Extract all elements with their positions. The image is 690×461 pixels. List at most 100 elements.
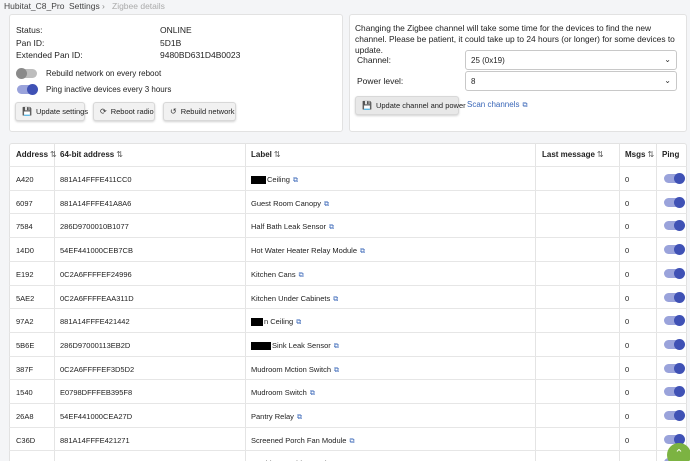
device-link[interactable]: Screened Porch Fan Module ⧉ [251,436,354,446]
extended-pan-id-value: 9480BD631D4B0023 [160,50,241,60]
cell-64bit-address: 286D97000113EB2D [60,340,131,350]
device-link[interactable]: Pantry Relay ⧉ [251,412,302,422]
cell-64bit-address: 881A14FFFE421442 [60,317,130,327]
external-link-icon: ⧉ [329,224,335,232]
cell-64bit-address: 0C2A6FFFFEF3D5D2 [60,364,135,374]
toggle-knob [674,291,685,303]
breadcrumb-settings[interactable]: Settings [69,1,100,11]
device-link[interactable]: Hot Water Heater Relay Module ⧉ [251,246,365,256]
update-settings-button[interactable]: 💾 Update settings [15,102,88,121]
device-label: Hot Water Heater Relay Module [251,246,358,256]
cell-64bit-address: 54EF441000CEB7CB [60,246,133,256]
device-label: Half Bath Leak Sensor [251,222,327,232]
external-link-icon: ⧉ [334,366,340,374]
device-label: Mudroom Mction Switch [251,364,332,374]
rebuild-on-reboot-label: Rebuild network on every reboot [46,69,162,78]
cell-64bit-address: 881A14FFFE411CC0 [60,175,132,184]
cell-address: 387F [16,364,34,374]
channel-select-value: 25 (0x19) [471,55,505,65]
toggle-knob [674,244,685,256]
cell-msgs: 0 [625,246,630,256]
device-link[interactable]: n Ceiling ⧉ [251,317,301,327]
header-msgs-label: Msgs [625,150,646,159]
update-channel-button[interactable]: 💾 Update channel and power [355,96,466,115]
header-address[interactable]: Address ⇅ [16,150,57,159]
redaction-mark [251,318,263,327]
toggle-knob [16,68,27,79]
cell-msgs: 0 [625,222,630,232]
device-label: Kitchen Under Cabinets [251,293,331,303]
status-label: Status: [16,25,43,35]
ping-toggle[interactable] [664,196,685,208]
header-last-message[interactable]: Last message ⇅ [542,150,604,159]
ping-toggle[interactable] [664,410,685,421]
device-link[interactable]: Sink Leak Sensor ⧉ [251,341,339,351]
cell-msgs: 0 [625,412,630,421]
ping-toggle[interactable] [664,244,685,256]
ping-toggle[interactable] [664,315,685,327]
power-level-select[interactable]: 8 ⌄ [465,71,677,91]
ping-toggle[interactable] [664,338,685,350]
rebuild-on-reboot-toggle[interactable] [16,68,37,79]
device-link[interactable]: Kitchen Cans ⧉ [251,270,304,280]
toggle-knob [674,196,685,208]
toggle-knob [674,173,685,184]
device-label: Screened Porch Fan Module [251,435,347,445]
header-msgs[interactable]: Msgs ⇅ [625,150,654,159]
device-link[interactable]: Mudroom Mction Switch ⧉ [251,365,339,375]
rebuild-network-button[interactable]: ↺ Rebuild network [163,102,236,121]
external-link-icon: ⧉ [333,342,339,350]
ping-toggle[interactable] [664,173,685,184]
scroll-top-button[interactable]: ⌃ [667,443,690,461]
update-channel-label: Update channel and power [375,101,466,110]
external-link-icon: ⧉ [349,437,355,445]
ping-toggle[interactable] [664,386,685,398]
table-row: B56E286D9700010B1F5DWashing Machine Leak… [9,450,687,461]
cell-address: 26A8 [16,412,34,421]
device-link[interactable]: Kitchen Under Cabinets ⧉ [251,294,338,304]
device-link[interactable]: Half Bath Leak Sensor ⧉ [251,222,334,232]
device-link[interactable]: Guest Room Canopy ⧉ [251,199,329,209]
toggle-knob [674,220,685,232]
device-label: Ceiling [267,175,290,184]
device-label: Mudroom Switch [251,388,307,398]
external-link-icon: ⧉ [333,295,339,303]
table-row: 1540 E0798DFFFEB395F8 Mudroom Switch ⧉ 0 [9,379,687,403]
device-link[interactable]: Mudroom Switch ⧉ [251,388,315,398]
header-64bit-address[interactable]: 64-bit address ⇅ [60,150,123,159]
ping-toggle[interactable] [664,291,685,303]
reboot-radio-button[interactable]: ⟳ Reboot radio [93,102,155,121]
channel-select[interactable]: 25 (0x19) ⌄ [465,50,677,70]
cell-64bit-address: E0798DFFFEB395F8 [60,388,133,398]
cell-64bit-address: 0C2A6FFFFEAA311D [60,293,134,303]
device-label: Pantry Relay [251,412,294,421]
header-address-label: Address [16,150,49,159]
header-ping: Ping [662,150,680,159]
chevron-up-icon: ⌃ [674,448,684,460]
ping-toggle[interactable] [664,362,685,374]
chevron-down-icon: ⌄ [664,76,671,85]
cell-address: 5B6E [16,340,35,350]
ping-inactive-toggle[interactable] [17,84,38,95]
header-64bit-address-label: 64-bit address [60,150,115,159]
cell-address: 6097 [16,198,33,208]
external-link-icon: ⧉ [298,271,304,279]
ping-toggle[interactable] [664,267,685,279]
cell-msgs: 0 [625,388,630,398]
save-icon: 💾 [362,101,372,110]
scan-channels-label: Scan channels [467,100,520,109]
power-level-label: Power level: [357,76,404,86]
cell-address: A420 [16,175,34,184]
breadcrumb-separator: › [59,1,62,11]
table-row: 5AE2 0C2A6FFFFEAA311D Kitchen Under Cabine… [9,284,687,309]
scan-channels-link[interactable]: Scan channels ⧉ [467,100,527,110]
table-row: 387F 0C2A6FFFFEF3D5D2 Mudroom Mction Switc… [9,355,687,380]
external-link-icon: ⧉ [309,390,315,398]
cell-msgs: 0 [625,269,630,279]
breadcrumb-hub[interactable]: Hubitat_C8_Pro [4,1,64,11]
header-label[interactable]: Label ⇅ [251,150,281,159]
ping-toggle[interactable] [664,220,685,232]
toggle-knob [674,338,685,350]
external-link-icon: ⧉ [292,177,298,184]
device-link[interactable]: Ceiling ⧉ [251,175,298,185]
